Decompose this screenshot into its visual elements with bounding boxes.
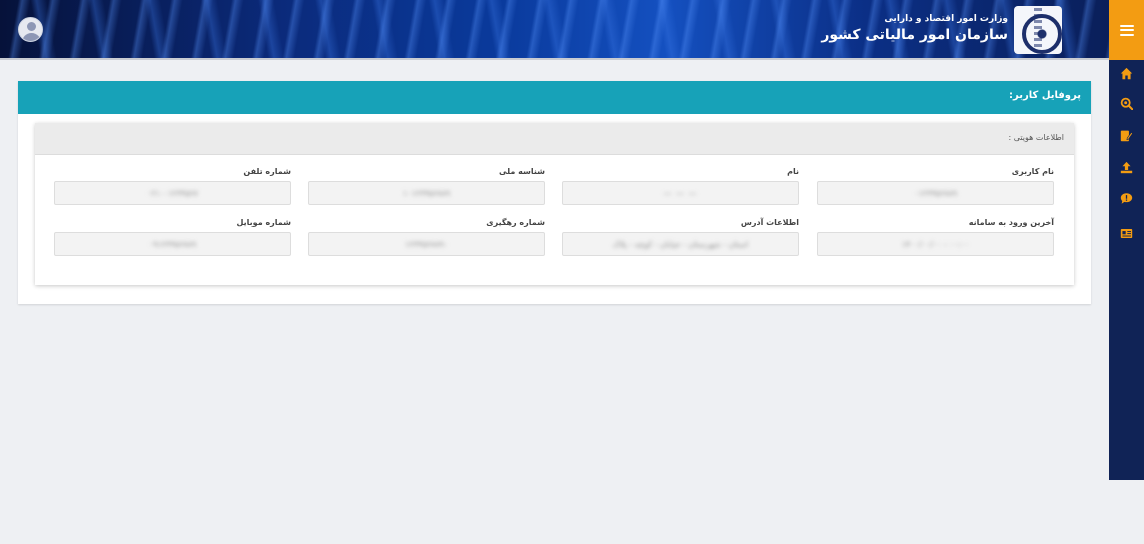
search-icon [1120, 97, 1133, 110]
field-value: ۱۰۱۲۳۴۵۶۷۸۹ [402, 189, 451, 198]
name-input[interactable]: — — — [562, 181, 799, 205]
user-profile-panel: پروفایل کاربر: اطلاعات هویتی : نام کاربر… [18, 81, 1091, 304]
field-value: ۱۴۰۰/۰۰/۰۰ - ۰۰:۰۰ [901, 240, 970, 249]
mobile-input[interactable]: ۰۹۱۲۳۴۵۶۷۸۹ [54, 232, 291, 256]
field-national-id: شناسه ملی ۱۰۱۲۳۴۵۶۷۸۹ [308, 167, 545, 205]
field-value: استان - شهرستان - خیابان - کوچه - پلاک [612, 240, 749, 249]
identity-info-card: اطلاعات هویتی : نام کاربری ۰۱۲۳۴۵۶۷۸۹ نا… [35, 123, 1074, 285]
field-label: شماره رهگیری [486, 218, 545, 227]
last-login-input[interactable]: ۱۴۰۰/۰۰/۰۰ - ۰۰:۰۰ [817, 232, 1054, 256]
field-value: ۰۱۲۳۴۵۶۷۸۹ [914, 189, 957, 198]
field-label: شناسه ملی [499, 167, 545, 176]
field-label: آخرین ورود به سامانه [968, 218, 1054, 227]
avatar-shoulders [22, 33, 41, 41]
field-address: اطلاعات آدرس استان - شهرستان - خیابان - … [562, 218, 799, 256]
phone-input[interactable]: ۰۲۱ - ۱۲۳۴۵۶۷ [54, 181, 291, 205]
username-input[interactable]: ۰۱۲۳۴۵۶۷۸۹ [817, 181, 1054, 205]
sidebar-item-home[interactable] [1109, 61, 1144, 85]
emblem-icon [1014, 6, 1062, 54]
sidebar [1109, 0, 1144, 480]
field-tracking-number: شماره رهگیری ۱۲۳۴۵۶۷۸۹۰ [308, 218, 545, 256]
avatar-head [27, 22, 36, 31]
hamburger-icon [1119, 24, 1134, 36]
field-value: — — — [663, 189, 698, 198]
field-label: نام [787, 167, 799, 176]
field-label: نام کاربری [1011, 167, 1054, 176]
tracking-number-input[interactable]: ۱۲۳۴۵۶۷۸۹۰ [308, 232, 545, 256]
national-id-input[interactable]: ۱۰۱۲۳۴۵۶۷۸۹ [308, 181, 545, 205]
field-mobile: شماره موبایل ۰۹۱۲۳۴۵۶۷۸۹ [54, 218, 291, 256]
panel-title: پروفایل کاربر: [18, 81, 1091, 114]
card-title: اطلاعات هویتی : [35, 123, 1074, 155]
field-value: ۰۲۱ - ۱۲۳۴۵۶۷ [147, 189, 198, 198]
organization-logo[interactable]: وزارت امور اقتصاد و دارایی سازمان امور م… [821, 6, 1064, 54]
field-name: نام — — — [562, 167, 799, 205]
field-label: شماره موبایل [236, 218, 291, 227]
field-value: ۰۹۱۲۳۴۵۶۷۸۹ [148, 240, 197, 249]
sidebar-item-search[interactable] [1109, 91, 1144, 115]
field-label: اطلاعات آدرس [740, 218, 799, 227]
upload-icon [1120, 161, 1133, 173]
address-input[interactable]: استان - شهرستان - خیابان - کوچه - پلاک [562, 232, 799, 256]
id-card-icon [1120, 228, 1133, 238]
menu-toggle-button[interactable] [1109, 0, 1144, 60]
org-ministry-name: وزارت امور اقتصاد و دارایی [884, 14, 1008, 24]
edit-icon [1120, 130, 1133, 141]
top-header: وزارت امور اقتصاد و دارایی سازمان امور م… [0, 0, 1109, 60]
org-name: سازمان امور مالیاتی کشور [821, 27, 1008, 43]
field-last-login: آخرین ورود به سامانه ۱۴۰۰/۰۰/۰۰ - ۰۰:۰۰ [817, 218, 1054, 256]
sidebar-item-upload[interactable] [1109, 155, 1144, 179]
sidebar-item-id-card[interactable] [1109, 221, 1144, 245]
field-value: ۱۲۳۴۵۶۷۸۹۰ [405, 240, 448, 249]
field-username: نام کاربری ۰۱۲۳۴۵۶۷۸۹ [817, 167, 1054, 205]
home-icon [1120, 67, 1133, 79]
message-icon [1120, 192, 1133, 204]
user-avatar[interactable] [18, 17, 43, 42]
sidebar-item-edit[interactable] [1109, 123, 1144, 147]
field-phone: شماره تلفن ۰۲۱ - ۱۲۳۴۵۶۷ [54, 167, 291, 205]
sidebar-item-messages[interactable] [1109, 186, 1144, 210]
field-label: شماره تلفن [243, 167, 291, 176]
